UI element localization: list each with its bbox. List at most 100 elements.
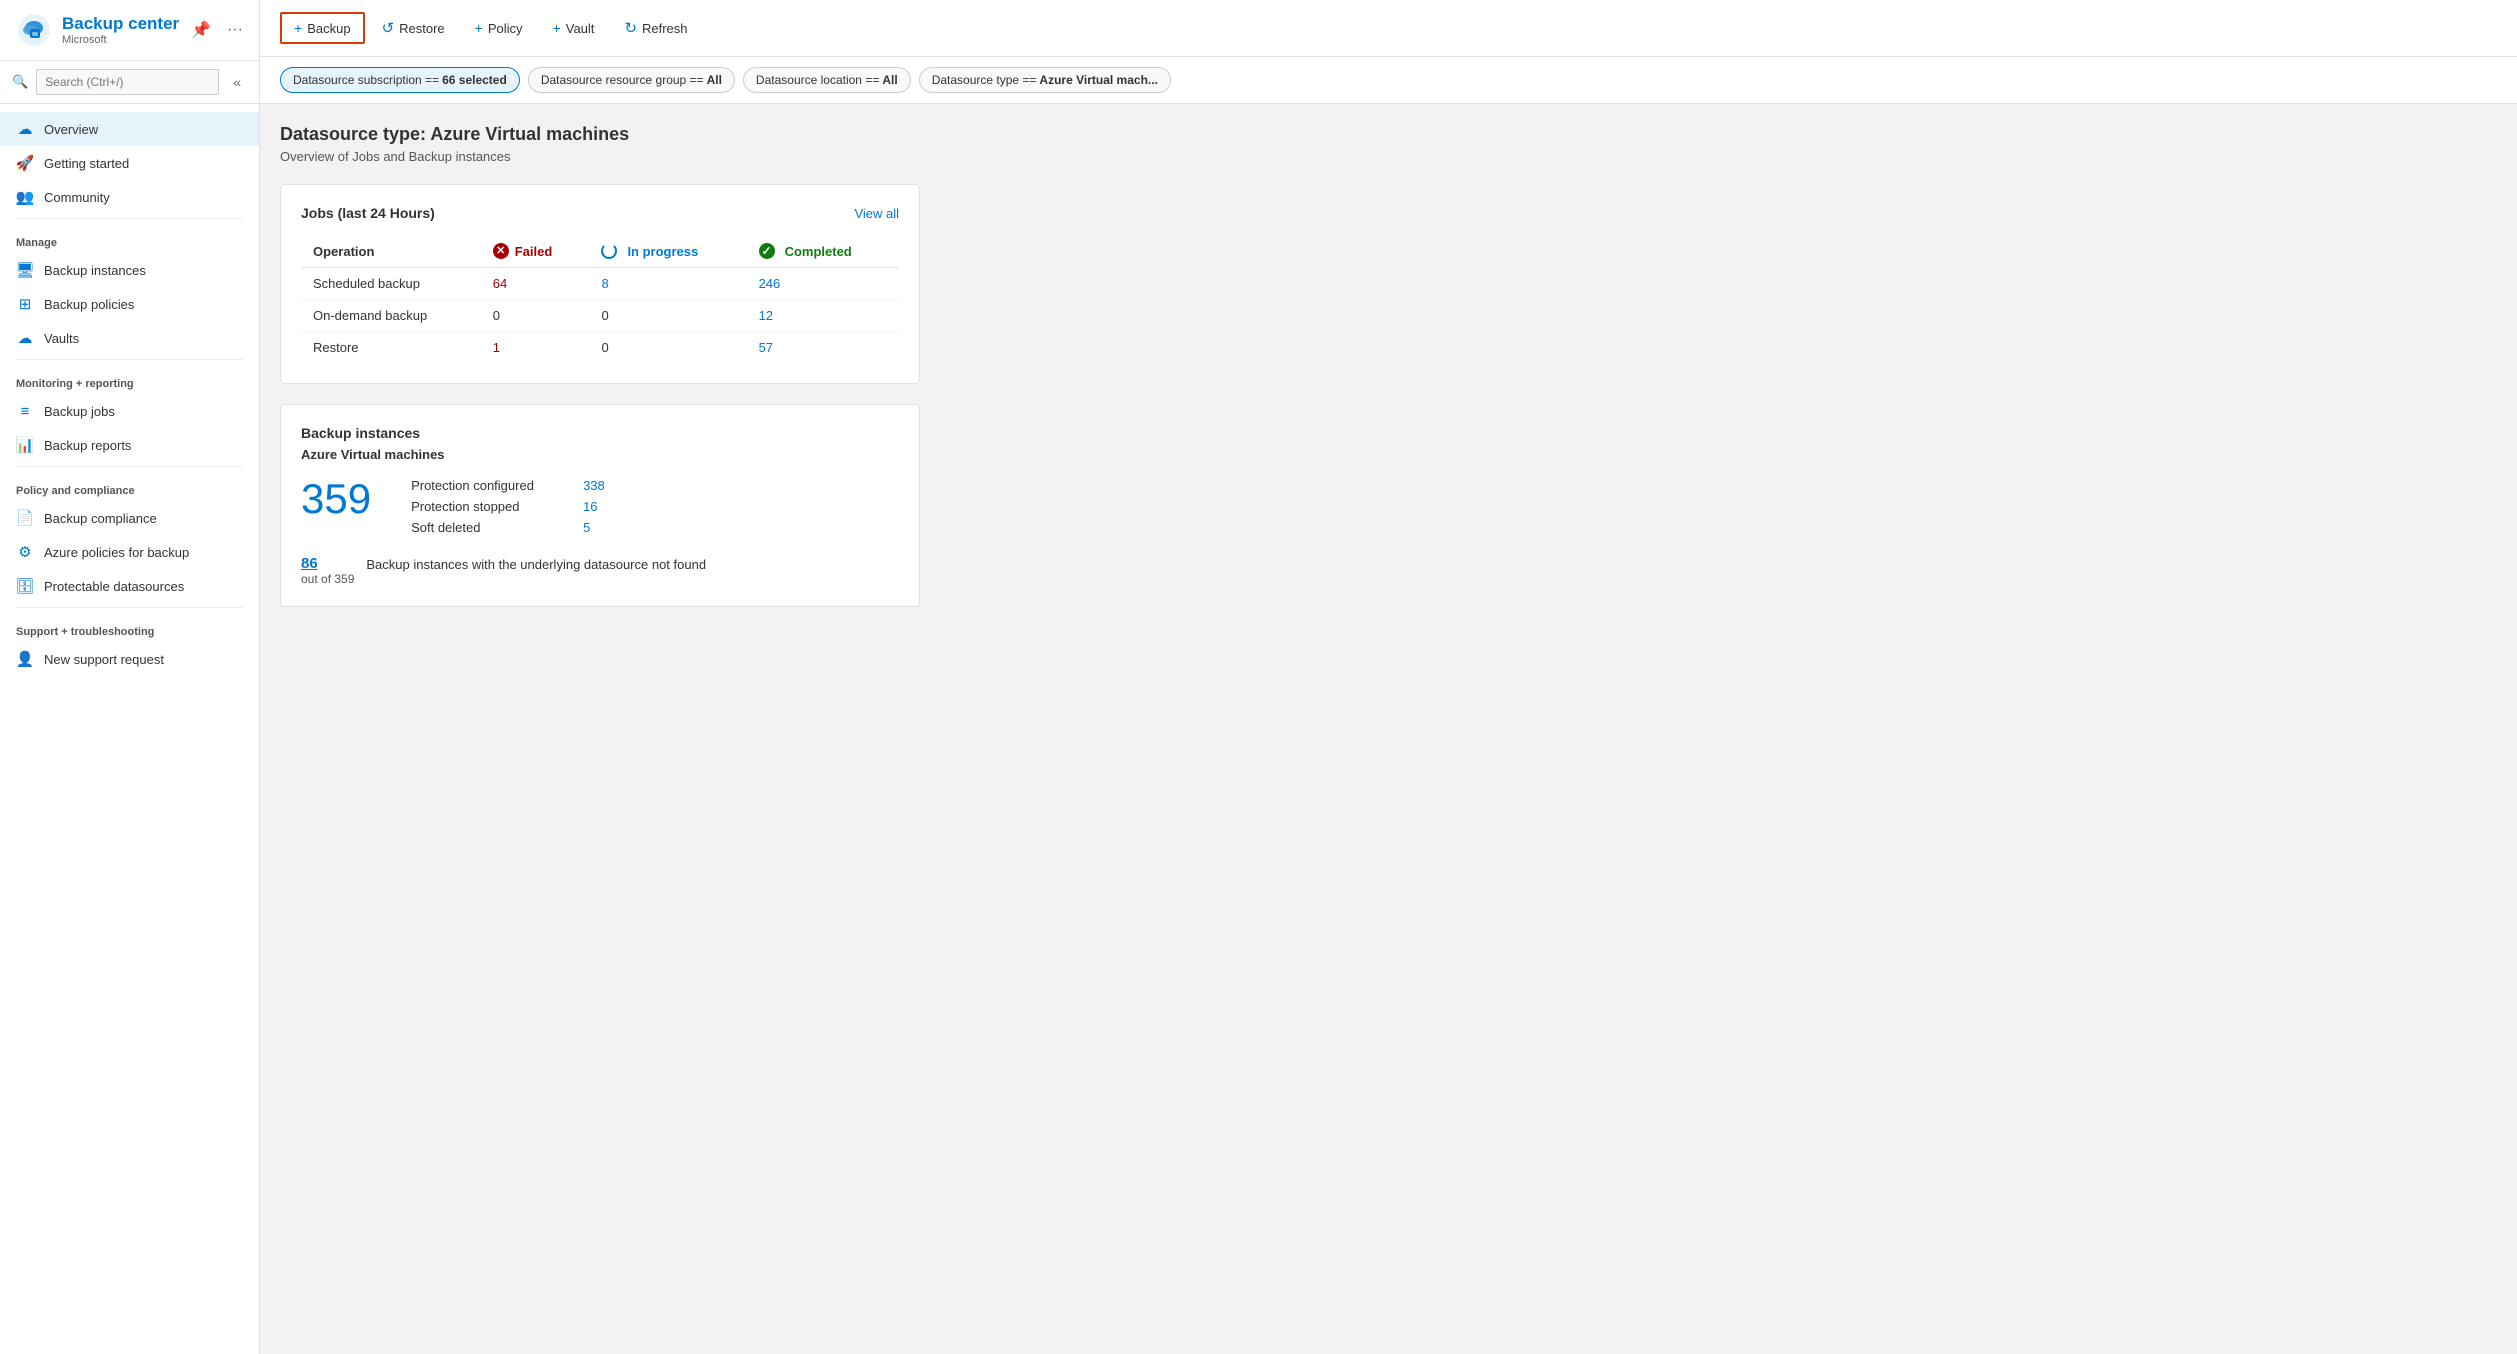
filter-bar: Datasource subscription == 66 selected D… [260, 57, 2517, 104]
vaults-icon: ☁ [16, 329, 34, 347]
instances-total-count[interactable]: 359 [301, 478, 371, 520]
pin-icon[interactable]: 📌 [191, 20, 211, 40]
sidebar-item-backup-instances[interactable]: 🖥 Backup instances [0, 253, 259, 287]
sidebar-item-community[interactable]: 👥 Community [0, 180, 259, 214]
sidebar-item-new-support-request[interactable]: 👤 New support request [0, 642, 259, 676]
sidebar-item-backup-compliance[interactable]: 📄 Backup compliance [0, 501, 259, 535]
protection-configured-label: Protection configured [411, 478, 571, 493]
backup-instances-title: Backup instances [301, 425, 899, 441]
backup-instances-card: Backup instances Azure Virtual machines … [280, 404, 920, 607]
filter-location[interactable]: Datasource location == All [743, 67, 911, 93]
scheduled-failed[interactable]: 64 [493, 276, 507, 291]
protection-configured-value[interactable]: 338 [583, 478, 605, 493]
backup-instances-icon: 🖥 [16, 261, 34, 279]
sidebar: Backup center Microsoft 📌 ··· 🔍 « ☁ Over… [0, 0, 260, 1354]
vault-button[interactable]: + Vault [540, 13, 608, 43]
more-options-icon[interactable]: ··· [227, 21, 243, 39]
restore-completed[interactable]: 57 [759, 340, 773, 355]
filter-subscription-label: Datasource subscription == [293, 73, 439, 87]
nav-divider-monitoring [16, 359, 243, 360]
sidebar-item-overview[interactable]: ☁ Overview [0, 112, 259, 146]
col-failed: ✕ Failed [481, 235, 590, 268]
sidebar-header: Backup center Microsoft 📌 ··· [0, 0, 259, 61]
nav-section-monitoring: Monitoring + reporting [0, 364, 259, 394]
nav-section-support: Support + troubleshooting [0, 612, 259, 642]
instances-body: 359 Protection configured 338 Protection… [301, 478, 899, 535]
nav-section-policy: Policy and compliance [0, 471, 259, 501]
sidebar-item-label: Backup reports [44, 438, 131, 453]
restore-button[interactable]: ↺ Restore [369, 12, 458, 44]
nav-section-manage: Manage [0, 223, 259, 253]
refresh-button[interactable]: ↻ Refresh [611, 12, 700, 44]
backup-jobs-icon: ≡ [16, 402, 34, 420]
filter-datasource-type[interactable]: Datasource type == Azure Virtual mach... [919, 67, 1171, 93]
scheduled-completed[interactable]: 246 [759, 276, 781, 291]
underlying-datasource-num[interactable]: 86 [301, 555, 354, 572]
sidebar-item-getting-started[interactable]: 🚀 Getting started [0, 146, 259, 180]
op-ondemand: On-demand backup [301, 300, 481, 332]
restore-icon: ↺ [382, 19, 395, 37]
soft-deleted-value[interactable]: 5 [583, 520, 590, 535]
search-container: 🔍 « [0, 61, 259, 104]
filter-subscription[interactable]: Datasource subscription == 66 selected [280, 67, 520, 93]
vault-plus-icon: + [553, 20, 561, 36]
vault-button-label: Vault [566, 21, 595, 36]
content-area: Datasource type: Azure Virtual machines … [260, 104, 2517, 1354]
restore-failed[interactable]: 1 [493, 340, 500, 355]
col-operation: Operation [301, 235, 481, 268]
protectable-datasources-icon: 🗄 [16, 577, 34, 595]
sidebar-item-label: Community [44, 190, 110, 205]
restore-button-label: Restore [399, 21, 445, 36]
sidebar-nav: ☁ Overview 🚀 Getting started 👥 Community… [0, 104, 259, 684]
instances-details: Protection configured 338 Protection sto… [411, 478, 605, 535]
app-logo-icon [16, 12, 52, 48]
search-icon: 🔍 [12, 74, 28, 90]
filter-resource-group-value: All [707, 73, 722, 87]
protection-stopped-label: Protection stopped [411, 499, 571, 514]
sidebar-item-vaults[interactable]: ☁ Vaults [0, 321, 259, 355]
policy-button[interactable]: + Policy [462, 13, 536, 43]
backup-button[interactable]: + Backup [280, 12, 365, 44]
filter-location-label: Datasource location == [756, 73, 879, 87]
inprogress-status-icon [601, 243, 617, 259]
filter-subscription-value: 66 selected [442, 73, 507, 87]
collapse-sidebar-button[interactable]: « [227, 72, 247, 92]
search-input[interactable] [36, 69, 219, 95]
protection-stopped-value[interactable]: 16 [583, 499, 597, 514]
page-subtitle: Overview of Jobs and Backup instances [280, 149, 2497, 164]
sidebar-item-label: Backup jobs [44, 404, 115, 419]
jobs-card-title: Jobs (last 24 Hours) View all [301, 205, 899, 221]
backup-reports-icon: 📊 [16, 436, 34, 454]
sidebar-item-protectable-datasources[interactable]: 🗄 Protectable datasources [0, 569, 259, 603]
col-completed: ✓ Completed [747, 235, 899, 268]
filter-datasource-type-label: Datasource type == [932, 73, 1037, 87]
sidebar-item-label: Getting started [44, 156, 129, 171]
list-item: Protection configured 338 [411, 478, 605, 493]
nav-divider-support [16, 607, 243, 608]
main-content: + Backup ↺ Restore + Policy + Vault ↻ Re… [260, 0, 2517, 1354]
scheduled-inprogress[interactable]: 8 [601, 276, 608, 291]
policy-button-label: Policy [488, 21, 523, 36]
col-in-progress: In progress [589, 235, 746, 268]
underlying-datasource-count: 86 out of 359 [301, 555, 354, 586]
underlying-datasource-sub: out of 359 [301, 572, 354, 586]
table-row: Scheduled backup 64 8 246 [301, 268, 899, 300]
sidebar-item-label: Overview [44, 122, 98, 137]
sidebar-item-backup-reports[interactable]: 📊 Backup reports [0, 428, 259, 462]
filter-resource-group-label: Datasource resource group == [541, 73, 704, 87]
filter-resource-group[interactable]: Datasource resource group == All [528, 67, 735, 93]
sidebar-item-backup-jobs[interactable]: ≡ Backup jobs [0, 394, 259, 428]
backup-policies-icon: ⊞ [16, 295, 34, 313]
support-icon: 👤 [16, 650, 34, 668]
failed-status-icon: ✕ [493, 243, 509, 259]
soft-deleted-label: Soft deleted [411, 520, 571, 535]
sidebar-item-backup-policies[interactable]: ⊞ Backup policies [0, 287, 259, 321]
view-all-link[interactable]: View all [854, 206, 899, 221]
page-title: Datasource type: Azure Virtual machines [280, 124, 2497, 145]
jobs-table: Operation ✕ Failed In progress [301, 235, 899, 363]
table-row: On-demand backup 0 0 12 [301, 300, 899, 332]
ondemand-completed[interactable]: 12 [759, 308, 773, 323]
sidebar-item-azure-policies[interactable]: ⚙ Azure policies for backup [0, 535, 259, 569]
ondemand-failed: 0 [481, 300, 590, 332]
backup-instances-datasource-type: Azure Virtual machines [301, 447, 899, 462]
